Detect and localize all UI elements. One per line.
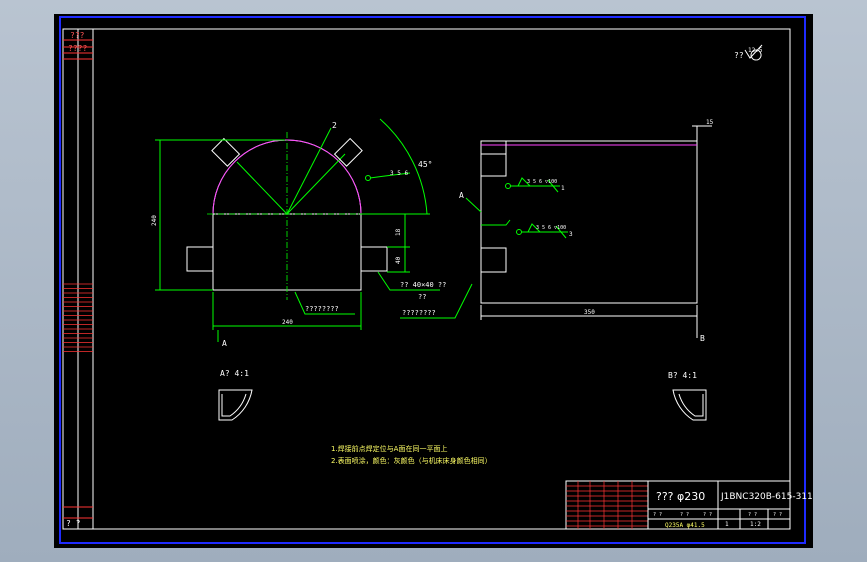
cell-b: ? ? [680, 512, 689, 518]
cad-drawing[interactable]: ??? ???? ? ? ?? 12.5 2 45° 3 5 6 240 18 … [0, 0, 867, 562]
material: Q235A φ41.5 [665, 522, 705, 529]
note-line-1: 1.焊接前点焊定位与A面在同一平面上 [331, 444, 447, 453]
dim-40: 40 [395, 256, 402, 264]
callout-tube: ???????? [305, 305, 339, 313]
callout-size: ?? 40×40 ?? [400, 281, 446, 289]
scale-2: 1:2 [750, 521, 761, 528]
dim-width: 240 [282, 319, 293, 326]
section-a-label: A [222, 339, 227, 348]
drawing-number: J1BNC320B-615-311 [720, 492, 813, 502]
note-line-2: 2.表面喷涂，颜色：灰颜色（与机床床身颜色相同） [331, 456, 492, 465]
side-label-a: A [459, 191, 464, 200]
cell-d: ? ? [748, 512, 757, 518]
dim-18: 18 [395, 228, 402, 236]
weld-2: 3 5 6 ▽100 [536, 225, 566, 231]
angle-label: 45° [418, 160, 432, 169]
dim-length: 350 [584, 309, 595, 316]
weld-1-num: 1 [561, 185, 565, 192]
cell-a: ? ? [653, 512, 662, 518]
roughness-prefix: ?? [734, 51, 744, 60]
callout-size-b: ?? [418, 293, 426, 301]
strip-label-second: ???? [68, 44, 87, 53]
cell-e: ? ? [773, 512, 782, 518]
strip-label-bottom: ? ? [66, 519, 81, 528]
scale-1: 1 [725, 521, 729, 528]
view-a-label: A? 4:1 [220, 369, 249, 378]
point-label: 2 [332, 121, 337, 130]
front-weld-symbol: 3 5 6 [390, 170, 408, 177]
side-label-b: B [700, 334, 705, 343]
weld-1: 3 5 6 ▽100 [527, 179, 557, 185]
dim-top: 15 [706, 119, 714, 126]
strip-label-top: ??? [70, 31, 85, 40]
callout-plate: ???????? [402, 309, 436, 317]
weld-2-num: 3 [569, 231, 573, 238]
view-b-label: B? 4:1 [668, 371, 697, 380]
dim-height: 240 [151, 215, 158, 226]
part-name: ??? φ230 [656, 490, 705, 503]
cell-c: ? ? [703, 512, 712, 518]
